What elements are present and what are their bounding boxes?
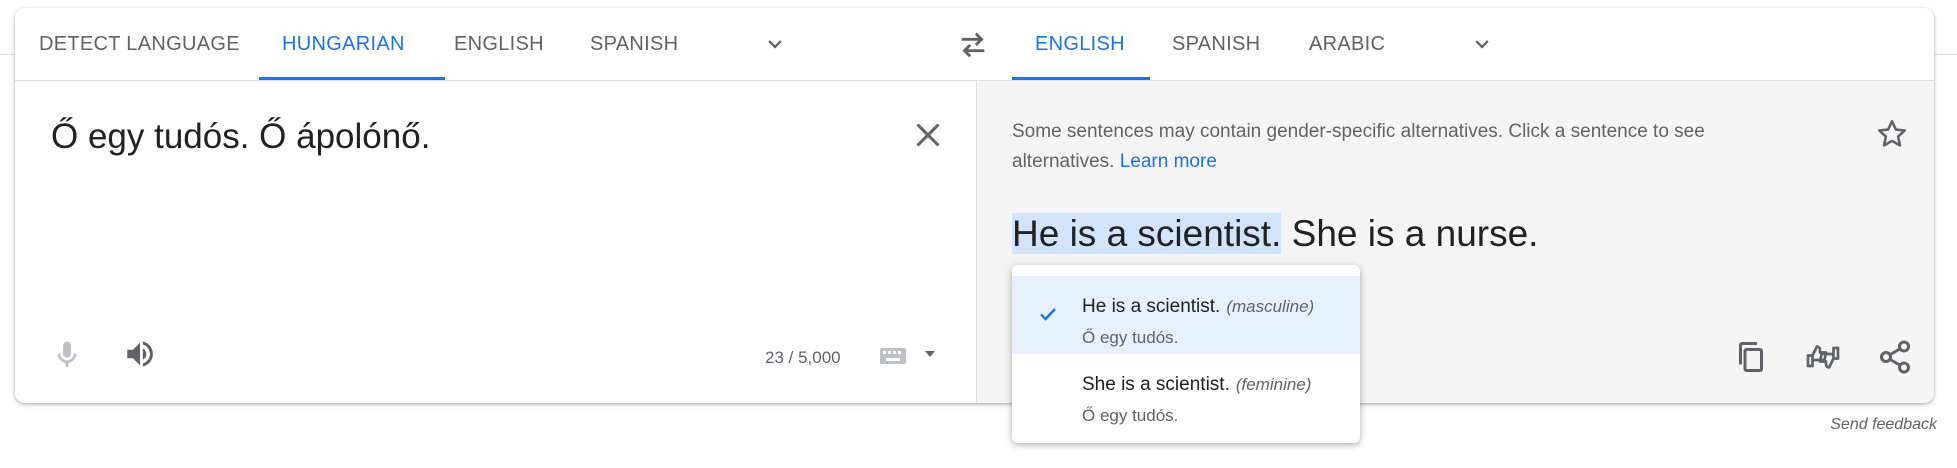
alternative-sentence: He is a scientist. (1082, 296, 1221, 317)
keyboard-icon[interactable] (879, 345, 907, 367)
alternative-text: She is a scientist. (feminine) (1082, 374, 1311, 396)
tab-target-spanish[interactable]: SPANISH (1172, 8, 1260, 80)
translation-output: He is a scientist. She is a nurse. (1012, 213, 1538, 255)
gender-alternatives-dropdown: He is a scientist. (masculine) Ő egy tudó… (1012, 265, 1360, 443)
tab-hungarian[interactable]: HUNGARIAN (282, 8, 405, 80)
notice-text: Some sentences may contain gender-specif… (1012, 121, 1705, 172)
alternative-source-text: Ő egy tudós. (1082, 328, 1179, 347)
alternative-option-masculine[interactable]: He is a scientist. (masculine) Ő egy tudó… (1012, 276, 1360, 354)
alternative-gender-label: (masculine) (1226, 297, 1315, 316)
character-count: 23 / 5,000 (765, 348, 841, 367)
tab-source-english[interactable]: ENGLISH (454, 8, 544, 80)
language-tab-bar: DETECT LANGUAGE HUNGARIAN ENGLISH SPANIS… (15, 8, 1934, 81)
alternative-sentence: She is a scientist. (1082, 374, 1230, 395)
input-tools-dropdown-caret-icon[interactable] (923, 347, 937, 361)
tab-target-arabic[interactable]: ARABIC (1309, 8, 1385, 80)
tab-detect-language[interactable]: DETECT LANGUAGE (39, 8, 240, 80)
translator-card: DETECT LANGUAGE HUNGARIAN ENGLISH SPANIS… (15, 8, 1934, 403)
source-pane: Ő egy tudós. Ő ápolónő. 23 / 5,000 (15, 81, 975, 403)
share-translation-icon[interactable] (1877, 339, 1913, 375)
save-translation-star-icon[interactable] (1875, 117, 1909, 151)
gender-alternatives-notice: Some sentences may contain gender-specif… (1012, 117, 1792, 177)
more-source-languages-chevron-icon[interactable] (761, 30, 789, 58)
alternative-text: He is a scientist. (masculine) (1082, 296, 1314, 318)
clear-source-close-icon[interactable] (910, 117, 946, 153)
learn-more-link[interactable]: Learn more (1120, 151, 1217, 172)
microphone-icon[interactable] (51, 339, 83, 371)
translated-sentence-2[interactable]: She is a nurse. (1292, 213, 1539, 254)
more-target-languages-chevron-icon[interactable] (1468, 30, 1496, 58)
swap-languages-icon[interactable] (956, 28, 990, 62)
send-feedback-link[interactable]: Send feedback (1830, 416, 1937, 434)
alternative-gender-label: (feminine) (1235, 375, 1312, 394)
tab-target-english[interactable]: ENGLISH (1035, 8, 1125, 80)
listen-speaker-icon[interactable] (123, 337, 157, 371)
active-source-tab-indicator (259, 77, 445, 80)
rate-translation-thumbs-icon[interactable] (1805, 339, 1841, 375)
source-text-input[interactable]: Ő egy tudós. Ő ápolónő. (51, 117, 430, 157)
alternative-source-text: Ő egy tudós. (1082, 406, 1179, 425)
active-target-tab-indicator (1012, 77, 1150, 80)
selected-check-icon (1040, 308, 1056, 321)
translated-sentence-1[interactable]: He is a scientist. (1012, 213, 1282, 254)
tab-source-spanish[interactable]: SPANISH (590, 8, 678, 80)
copy-translation-icon[interactable] (1733, 339, 1769, 375)
alternative-option-feminine[interactable]: She is a scientist. (feminine) Ő egy tudó… (1012, 354, 1360, 432)
